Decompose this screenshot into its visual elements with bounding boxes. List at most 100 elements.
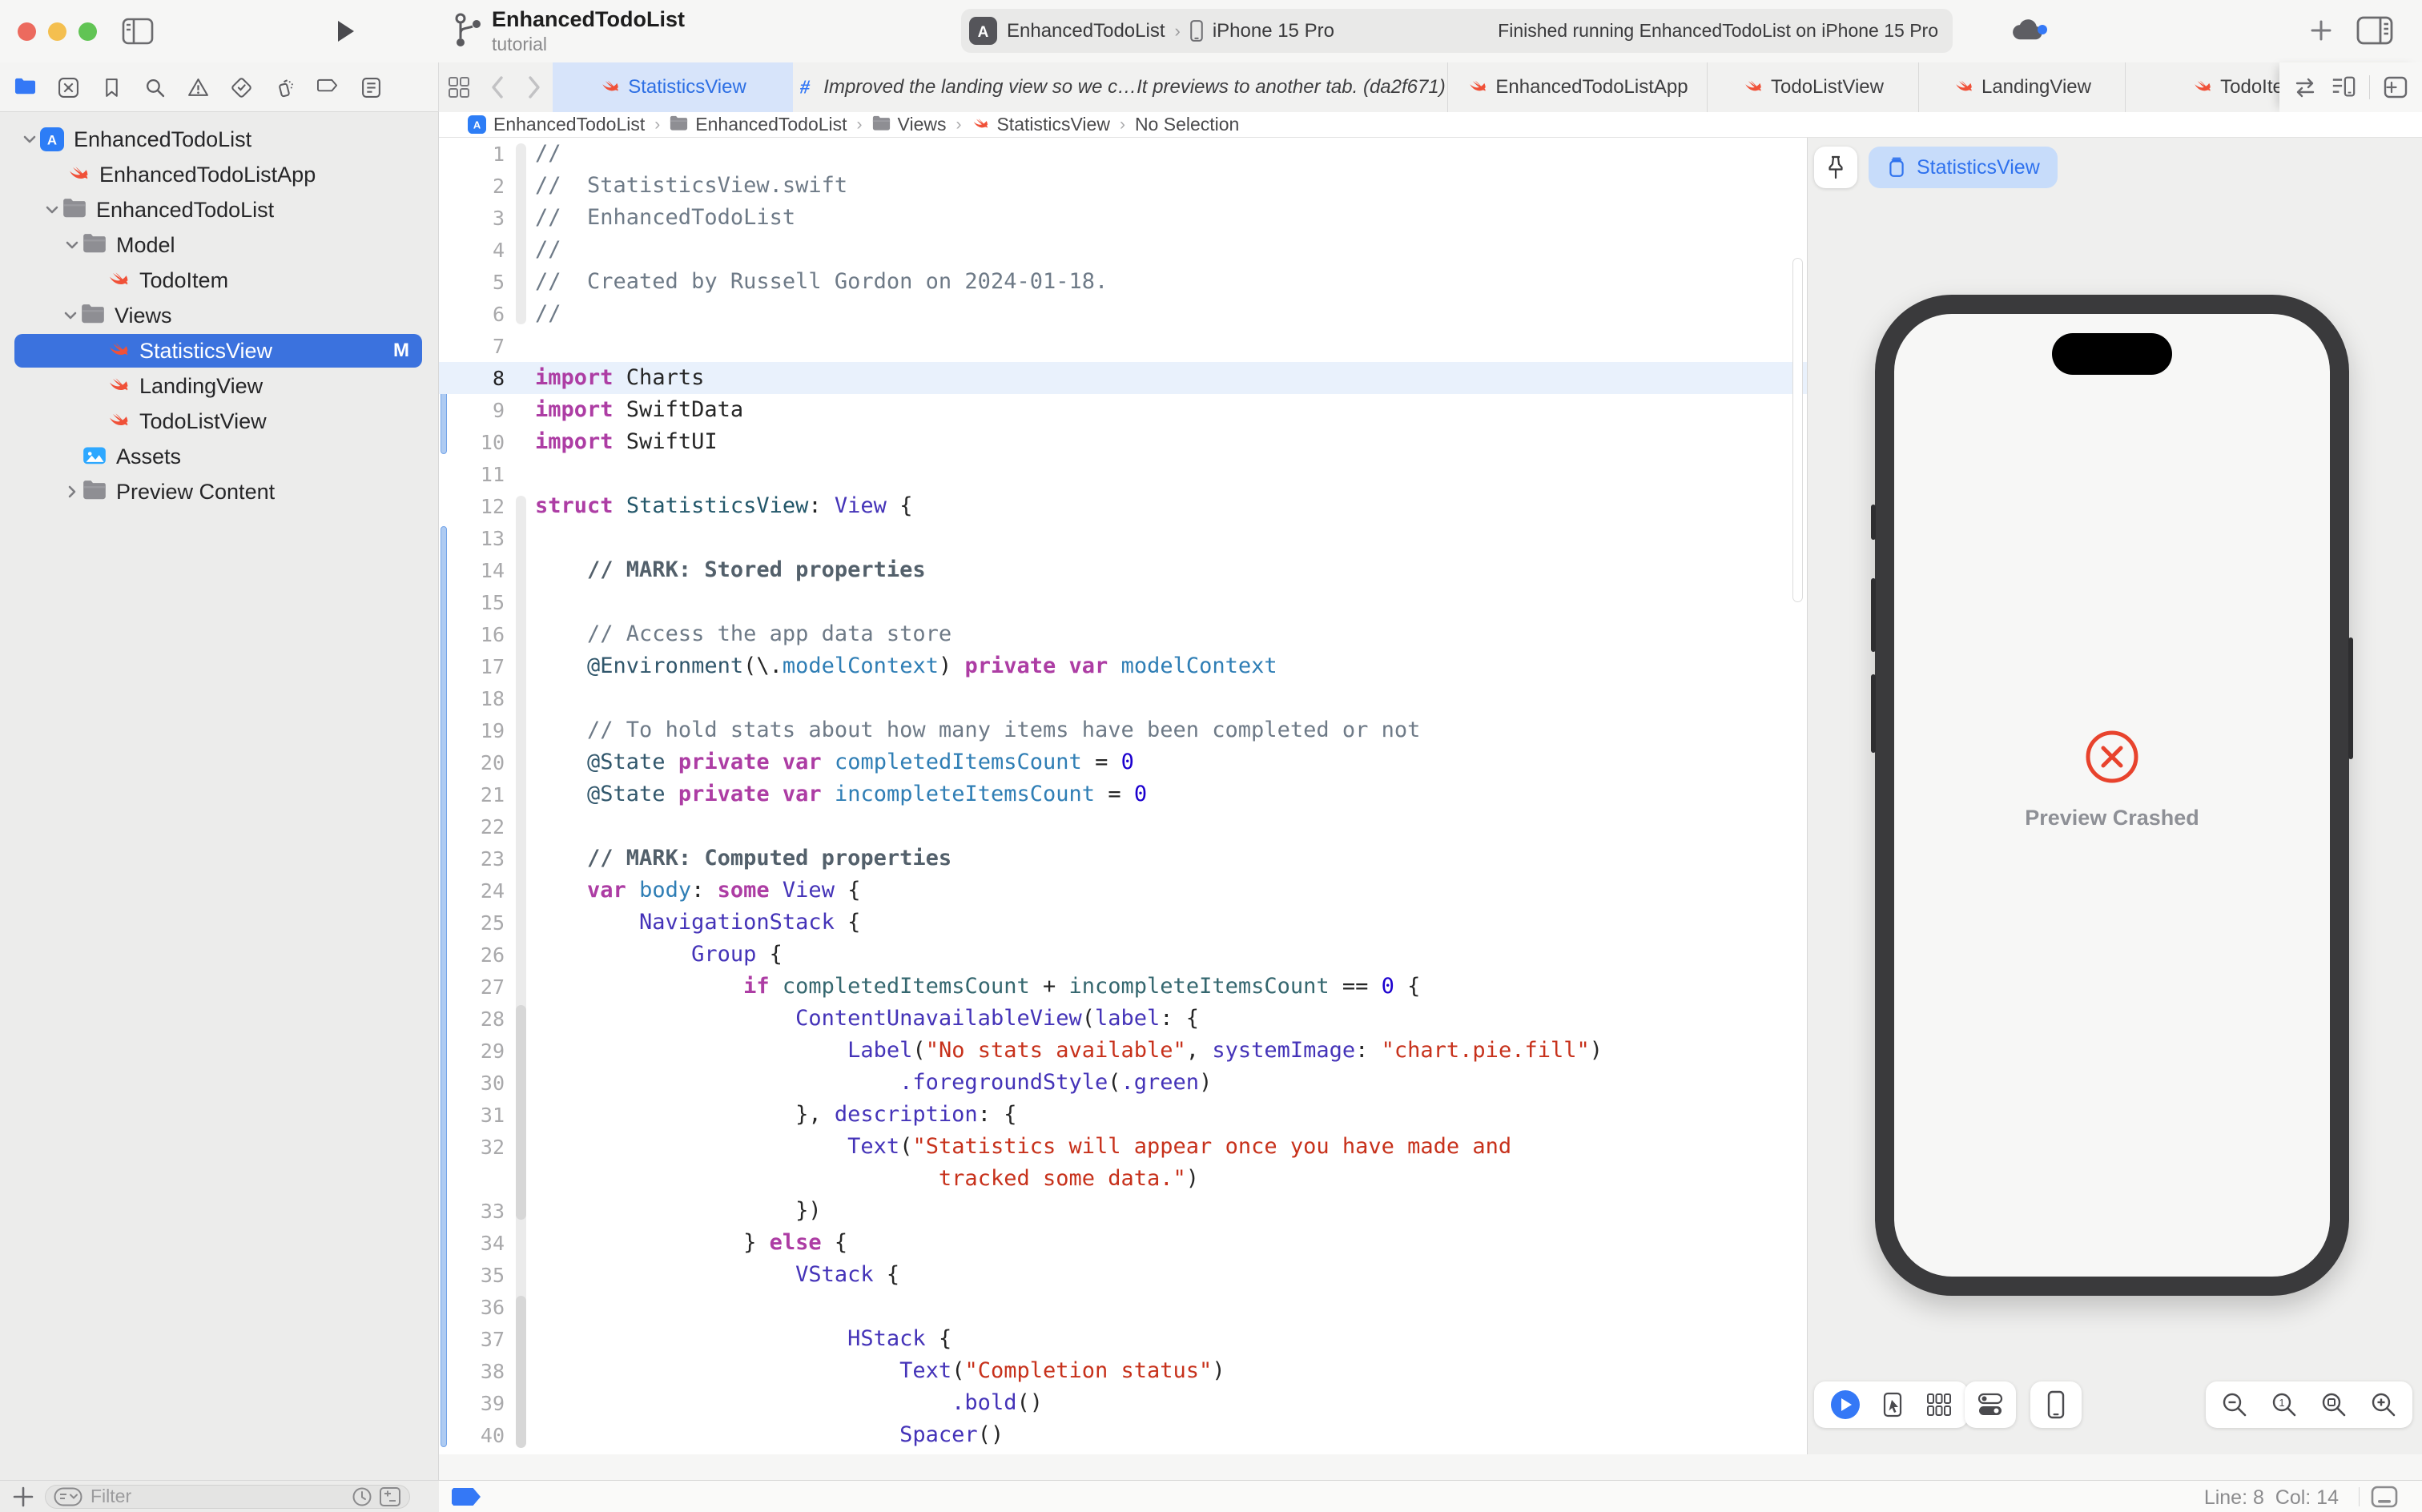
sidebar-item-statisticsview[interactable]: StatisticsViewM bbox=[0, 333, 438, 368]
code-line-4[interactable]: 4// bbox=[439, 234, 1807, 266]
tests-navigator-icon[interactable] bbox=[231, 77, 252, 99]
tab-improved-the-landing-view-so-we-c-it-pre[interactable]: #Improved the landing view so we c…It pr… bbox=[793, 62, 1448, 112]
code-line-34[interactable]: 34 } else { bbox=[439, 1227, 1807, 1259]
close-window-button[interactable] bbox=[18, 22, 36, 41]
code-line-11[interactable]: 11 bbox=[439, 458, 1807, 490]
code-line-29[interactable]: 29 Label("No stats available", systemIma… bbox=[439, 1035, 1807, 1067]
breadcrumb-item-enhancedtodolist[interactable]: EnhancedTodoList bbox=[670, 114, 847, 135]
code-line-16[interactable]: 16 // Access the app data store bbox=[439, 618, 1807, 650]
find-navigator-icon[interactable] bbox=[144, 77, 166, 99]
code-line-36[interactable]: 36 bbox=[439, 1291, 1807, 1323]
code-line-33[interactable]: 33 }) bbox=[439, 1195, 1807, 1227]
toggle-debug-area-icon[interactable] bbox=[2371, 1486, 2398, 1508]
device-settings-button[interactable] bbox=[1965, 1381, 2016, 1428]
code-line-21[interactable]: 21 @State private var incompleteItemsCou… bbox=[439, 778, 1807, 810]
editor-grid-icon[interactable] bbox=[439, 62, 479, 112]
chevron-down-icon[interactable] bbox=[62, 235, 82, 255]
source-control-navigator-icon[interactable] bbox=[58, 77, 79, 99]
code-line-28[interactable]: 28 ContentUnavailableView(label: { bbox=[439, 1003, 1807, 1035]
activity-status-bar[interactable]: A EnhancedTodoList › iPhone 15 Pro Finis… bbox=[961, 9, 1953, 53]
add-file-button[interactable] bbox=[13, 1486, 34, 1507]
scm-status-filter-icon[interactable] bbox=[379, 1486, 401, 1507]
code-line-20[interactable]: 20 @State private var completedItemsCoun… bbox=[439, 746, 1807, 778]
code-line-8[interactable]: 8import Charts bbox=[439, 362, 1807, 394]
code-line-9[interactable]: 9import SwiftData bbox=[439, 394, 1807, 426]
minimize-window-button[interactable] bbox=[48, 22, 66, 41]
tab-todolistview[interactable]: TodoListView bbox=[1708, 62, 1919, 112]
sidebar-item-preview-content[interactable]: Preview Content bbox=[0, 474, 438, 509]
issues-navigator-icon[interactable] bbox=[187, 77, 209, 99]
filter-field[interactable] bbox=[45, 1485, 410, 1509]
breadcrumb-item-no-selection[interactable]: No Selection bbox=[1135, 114, 1239, 135]
chevron-right-icon[interactable] bbox=[62, 481, 82, 502]
live-preview-button[interactable] bbox=[1830, 1389, 1861, 1420]
code-line-32[interactable]: 32 Text("Statistics will appear once you… bbox=[439, 1131, 1807, 1163]
code-line-37[interactable]: 37 HStack { bbox=[439, 1323, 1807, 1355]
recent-files-clock-icon[interactable] bbox=[352, 1486, 372, 1507]
chevron-down-icon[interactable] bbox=[60, 305, 81, 326]
code-line-22[interactable]: 22 bbox=[439, 810, 1807, 842]
code-line-30[interactable]: 30 .foregroundStyle(.green) bbox=[439, 1067, 1807, 1099]
code-line-14[interactable]: 14 // MARK: Stored properties bbox=[439, 554, 1807, 586]
forward-button[interactable] bbox=[516, 62, 553, 112]
code-line-3[interactable]: 3// EnhancedTodoList bbox=[439, 202, 1807, 234]
code-line-23[interactable]: 23 // MARK: Computed properties bbox=[439, 842, 1807, 875]
toggle-inspectors-icon[interactable] bbox=[2356, 16, 2393, 45]
chevron-down-icon[interactable] bbox=[19, 129, 40, 150]
pin-preview-button[interactable] bbox=[1814, 147, 1857, 188]
code-line-6[interactable]: 6// bbox=[439, 298, 1807, 330]
code-line-25[interactable]: 25 NavigationStack { bbox=[439, 907, 1807, 939]
sidebar-item-enhancedtodolist[interactable]: EnhancedTodoList bbox=[0, 192, 438, 227]
bookmarks-navigator-icon[interactable] bbox=[101, 77, 123, 99]
editor-options-icon[interactable] bbox=[2331, 74, 2356, 100]
code-line-wrap[interactable]: tracked some data.") bbox=[439, 1163, 1807, 1195]
debug-navigator-icon[interactable] bbox=[274, 77, 296, 99]
code-line-35[interactable]: 35 VStack { bbox=[439, 1259, 1807, 1291]
code-line-10[interactable]: 10import SwiftUI bbox=[439, 426, 1807, 458]
code-line-31[interactable]: 31 }, description: { bbox=[439, 1099, 1807, 1131]
code-line-1[interactable]: 1// bbox=[439, 138, 1807, 170]
tab-statisticsview[interactable]: StatisticsView bbox=[553, 62, 793, 112]
reports-navigator-icon[interactable] bbox=[360, 77, 382, 99]
code-line-38[interactable]: 38 Text("Completion status") bbox=[439, 1355, 1807, 1387]
code-line-27[interactable]: 27 if completedItemsCount + incompleteIt… bbox=[439, 971, 1807, 1003]
run-button[interactable] bbox=[336, 19, 356, 43]
sidebar-item-assets[interactable]: Assets bbox=[0, 439, 438, 474]
code-line-19[interactable]: 19 // To hold stats about how many items… bbox=[439, 714, 1807, 746]
zoom-window-button[interactable] bbox=[78, 22, 97, 41]
chevron-down-icon[interactable] bbox=[42, 199, 62, 220]
back-button[interactable] bbox=[479, 62, 516, 112]
sidebar-item-todoitem[interactable]: TodoItem bbox=[0, 263, 438, 298]
code-line-15[interactable]: 15 bbox=[439, 586, 1807, 618]
preview-tab-chip[interactable]: StatisticsView bbox=[1869, 147, 2058, 188]
code-line-17[interactable]: 17 @Environment(\.modelContext) private … bbox=[439, 650, 1807, 682]
sidebar-item-enhancedtodolistapp[interactable]: EnhancedTodoListApp bbox=[0, 157, 438, 192]
code-line-7[interactable]: 7 bbox=[439, 330, 1807, 362]
tab-enhancedtodolistapp[interactable]: EnhancedTodoListApp bbox=[1448, 62, 1708, 112]
sidebar-item-todolistview[interactable]: TodoListView bbox=[0, 404, 438, 439]
code-line-12[interactable]: 12struct StatisticsView: View { bbox=[439, 490, 1807, 522]
sidebar-item-enhancedtodolist[interactable]: AEnhancedTodoList bbox=[0, 122, 438, 157]
editor-scrollbar[interactable] bbox=[1792, 258, 1803, 602]
zoom-in-icon[interactable] bbox=[2371, 1392, 2396, 1418]
toggle-navigator-icon[interactable] bbox=[122, 18, 154, 45]
add-editor-icon[interactable] bbox=[2383, 74, 2408, 100]
selectable-preview-button[interactable] bbox=[1881, 1392, 1905, 1418]
tab-landingview[interactable]: LandingView bbox=[1919, 62, 2126, 112]
sidebar-item-views[interactable]: Views bbox=[0, 298, 438, 333]
breadcrumb-item-enhancedtodolist[interactable]: AEnhancedTodoList bbox=[468, 114, 645, 135]
code-line-26[interactable]: 26 Group { bbox=[439, 939, 1807, 971]
code-line-18[interactable]: 18 bbox=[439, 682, 1807, 714]
code-line-40[interactable]: 40 Spacer() bbox=[439, 1419, 1807, 1451]
add-tab-button[interactable] bbox=[2310, 19, 2332, 42]
code-line-2[interactable]: 2// StatisticsView.swift bbox=[439, 170, 1807, 202]
scope-tag-icon[interactable] bbox=[452, 1488, 481, 1506]
breakpoints-navigator-icon[interactable] bbox=[317, 77, 339, 99]
code-line-39[interactable]: 39 .bold() bbox=[439, 1387, 1807, 1419]
sidebar-item-model[interactable]: Model bbox=[0, 227, 438, 263]
zoom-out-icon[interactable] bbox=[2222, 1392, 2247, 1418]
preview-device-button[interactable] bbox=[2030, 1381, 2082, 1428]
code-line-13[interactable]: 13 bbox=[439, 522, 1807, 554]
project-navigator-icon[interactable] bbox=[14, 77, 36, 99]
zoom-100-icon[interactable]: 1 bbox=[2271, 1392, 2297, 1418]
